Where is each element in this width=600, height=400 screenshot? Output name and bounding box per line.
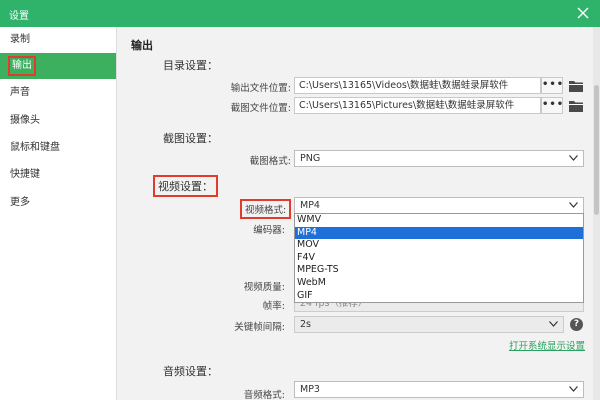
- settings-panel: 输出 目录设置： 输出文件位置: C:\Users\13165\Videos\数…: [117, 27, 600, 400]
- sidebar-item-label: 更多: [10, 197, 30, 208]
- screenshot-format-select[interactable]: PNG: [294, 150, 584, 167]
- close-icon[interactable]: [575, 5, 591, 21]
- window-title: 设置: [9, 11, 29, 22]
- section-heading-output: 输出: [131, 39, 153, 52]
- output-folder-icon[interactable]: [569, 80, 583, 92]
- vertical-scrollbar[interactable]: [593, 27, 600, 400]
- sidebar-item-camera[interactable]: 摄像头: [0, 108, 116, 134]
- audio-format-select[interactable]: MP3: [294, 381, 584, 398]
- audio-format-value: MP3: [300, 384, 320, 395]
- video-format-select[interactable]: MP4: [294, 197, 584, 214]
- dropdown-option-webm[interactable]: WebM: [295, 277, 583, 290]
- video-settings-heading: 视频设置：: [153, 175, 218, 197]
- framerate-label: 帧率:: [262, 301, 285, 312]
- audio-format-label: 音频格式:: [243, 390, 285, 400]
- sidebar-item-label: 声音: [10, 87, 30, 98]
- sidebar-item-label: 摄像头: [10, 115, 40, 126]
- screenshot-format-label: 截图格式:: [249, 156, 291, 167]
- chevron-down-icon: [569, 202, 578, 208]
- sidebar-item-output[interactable]: 输出: [0, 53, 116, 79]
- sidebar-item-more[interactable]: 更多: [0, 190, 116, 216]
- sidebar-item-record[interactable]: 录制: [0, 27, 116, 53]
- dropdown-option-mov[interactable]: MOV: [295, 239, 583, 252]
- video-format-value: MP4: [300, 200, 320, 211]
- sidebar-item-sound[interactable]: 声音: [0, 80, 116, 106]
- video-format-label: 视频格式:: [240, 199, 292, 219]
- title-bar: 设置: [0, 0, 600, 27]
- open-display-settings-link[interactable]: 打开系统显示设置: [509, 338, 585, 352]
- sidebar-item-label: 快捷键: [10, 169, 40, 180]
- dropdown-option-wmv[interactable]: WMV: [295, 214, 583, 227]
- dropdown-option-f4v[interactable]: F4V: [295, 252, 583, 265]
- dropdown-option-mp4[interactable]: MP4: [295, 226, 583, 240]
- audio-settings-heading: 音频设置：: [163, 365, 218, 378]
- screenshot-folder-icon[interactable]: [569, 100, 583, 112]
- output-location-label: 输出文件位置:: [230, 83, 291, 94]
- help-icon[interactable]: ?: [570, 318, 583, 331]
- sidebar-item-label: 录制: [10, 34, 30, 45]
- encoder-label: 编码器:: [253, 225, 285, 236]
- sidebar-item-label: 鼠标和键盘: [10, 142, 60, 153]
- output-location-field[interactable]: C:\Users\13165\Videos\数据蛙\数据蛙录屏软件: [294, 77, 541, 94]
- scrollbar-thumb[interactable]: [594, 85, 599, 215]
- chevron-down-icon: [549, 321, 558, 327]
- screenshot-location-label: 截图文件位置:: [230, 103, 291, 114]
- keyframe-interval-value: 2s: [300, 319, 311, 330]
- sidebar: 录制 输出 声音 摄像头 鼠标和键盘 快捷键 更多: [0, 27, 117, 400]
- keyframe-interval-label: 关键帧间隔:: [234, 322, 285, 333]
- output-browse-button[interactable]: •••: [541, 77, 563, 94]
- screenshot-format-value: PNG: [300, 153, 321, 164]
- video-format-dropdown: WMV MP4 MOV F4V MPEG-TS WebM GIF: [294, 213, 584, 303]
- screenshot-location-field[interactable]: C:\Users\13165\Pictures\数据蛙\数据蛙录屏软件: [294, 97, 541, 114]
- sidebar-item-hotkeys[interactable]: 快捷键: [0, 162, 116, 188]
- chevron-down-icon: [569, 155, 578, 161]
- screenshot-settings-heading: 截图设置：: [163, 132, 218, 145]
- sidebar-item-mouse-keyboard[interactable]: 鼠标和键盘: [0, 135, 116, 161]
- sidebar-item-label: 输出: [8, 56, 36, 76]
- directory-settings-heading: 目录设置：: [163, 59, 218, 72]
- keyframe-interval-select[interactable]: 2s: [294, 316, 564, 333]
- dropdown-option-mpeg-ts[interactable]: MPEG-TS: [295, 264, 583, 277]
- dropdown-option-gif[interactable]: GIF: [295, 290, 583, 303]
- chevron-down-icon: [569, 386, 578, 392]
- video-quality-label: 视频质量:: [243, 282, 285, 293]
- screenshot-browse-button[interactable]: •••: [541, 97, 563, 114]
